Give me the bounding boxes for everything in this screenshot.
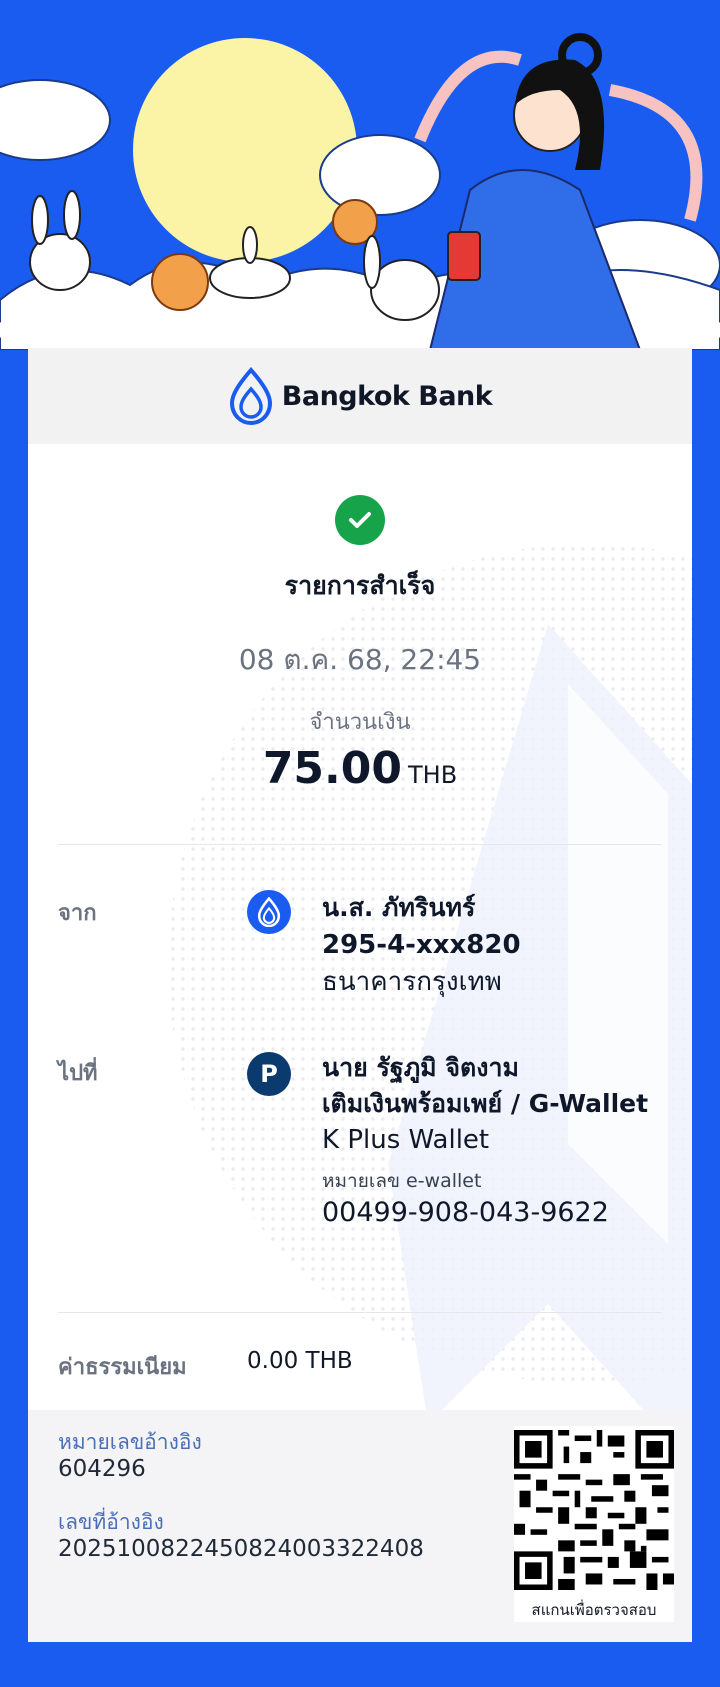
from-bank: ธนาคารกรุงเทพ (322, 967, 502, 997)
amount-currency: THB (408, 761, 458, 789)
transaction-datetime: 08 ต.ค. 68, 22:45 (238, 643, 482, 676)
to-service: เติมเงินพร้อมเพย์ / G-Wallet (322, 1089, 649, 1118)
reference-footer: หมายเลขอ้างอิง 604296 เลขที่อ้างอิง 2025… (28, 1410, 692, 1642)
from-info: น.ส. ภัทรินทร์ 295-4-xxx820 ธนาคารกรุงเท… (322, 890, 521, 1000)
festival-banner (0, 0, 720, 350)
verification-qr[interactable]: สแกนเพื่อตรวจสอบ (514, 1426, 674, 1622)
amount-row: 75.00 THB (28, 743, 692, 794)
ewallet-label: หมายเลข e-wallet (322, 1170, 482, 1192)
avatar-letter: P (260, 1060, 278, 1088)
to-label: ไปที่ (58, 1061, 98, 1086)
fee-value: 0.00 THB (247, 1348, 353, 1374)
success-check-icon (335, 495, 385, 545)
fee-label: ค่าธรรมเนียม (58, 1355, 187, 1380)
receipt-card: Bangkok Bank รายการสำเร็จ 08 ต.ค. 68, 22… (28, 348, 692, 1642)
amount-value: 75.00 (262, 743, 402, 794)
from-label: จาก (58, 901, 97, 926)
qr-caption: สแกนเพื่อตรวจสอบ (531, 1601, 657, 1619)
from-name: น.ส. ภัทรินทร์ (322, 893, 476, 922)
bangkok-bank-avatar-icon (247, 890, 291, 934)
from-account: 295-4-xxx820 (322, 930, 521, 960)
to-name: นาย รัฐภูมิ จิตงาม (322, 1053, 519, 1082)
amount-label: จำนวนเงิน (309, 710, 411, 735)
qr-code-icon (514, 1430, 674, 1590)
divider (58, 844, 662, 845)
bangkok-bank-logo-icon (229, 367, 272, 425)
bank-name: Bangkok Bank (281, 380, 493, 412)
bank-header: Bangkok Bank (28, 348, 692, 444)
ref-no-label: เลขที่อ้างอิง (58, 1510, 164, 1534)
ref-value: 604296 (58, 1456, 146, 1482)
promptpay-avatar-icon: P (247, 1052, 291, 1096)
to-wallet: K Plus Wallet (322, 1125, 490, 1155)
status-title: รายการสำเร็จ (284, 571, 436, 600)
ref-no-value: 20251008224508240033224​08 (58, 1536, 424, 1562)
to-info: นาย รัฐภูมิ จิตงาม เติมเงินพร้อมเพย์ / G… (322, 1050, 648, 1232)
ewallet-number: 00499-908-043-9622 (322, 1197, 609, 1228)
divider (58, 1312, 662, 1313)
ref-label: หมายเลขอ้างอิง (58, 1430, 202, 1454)
